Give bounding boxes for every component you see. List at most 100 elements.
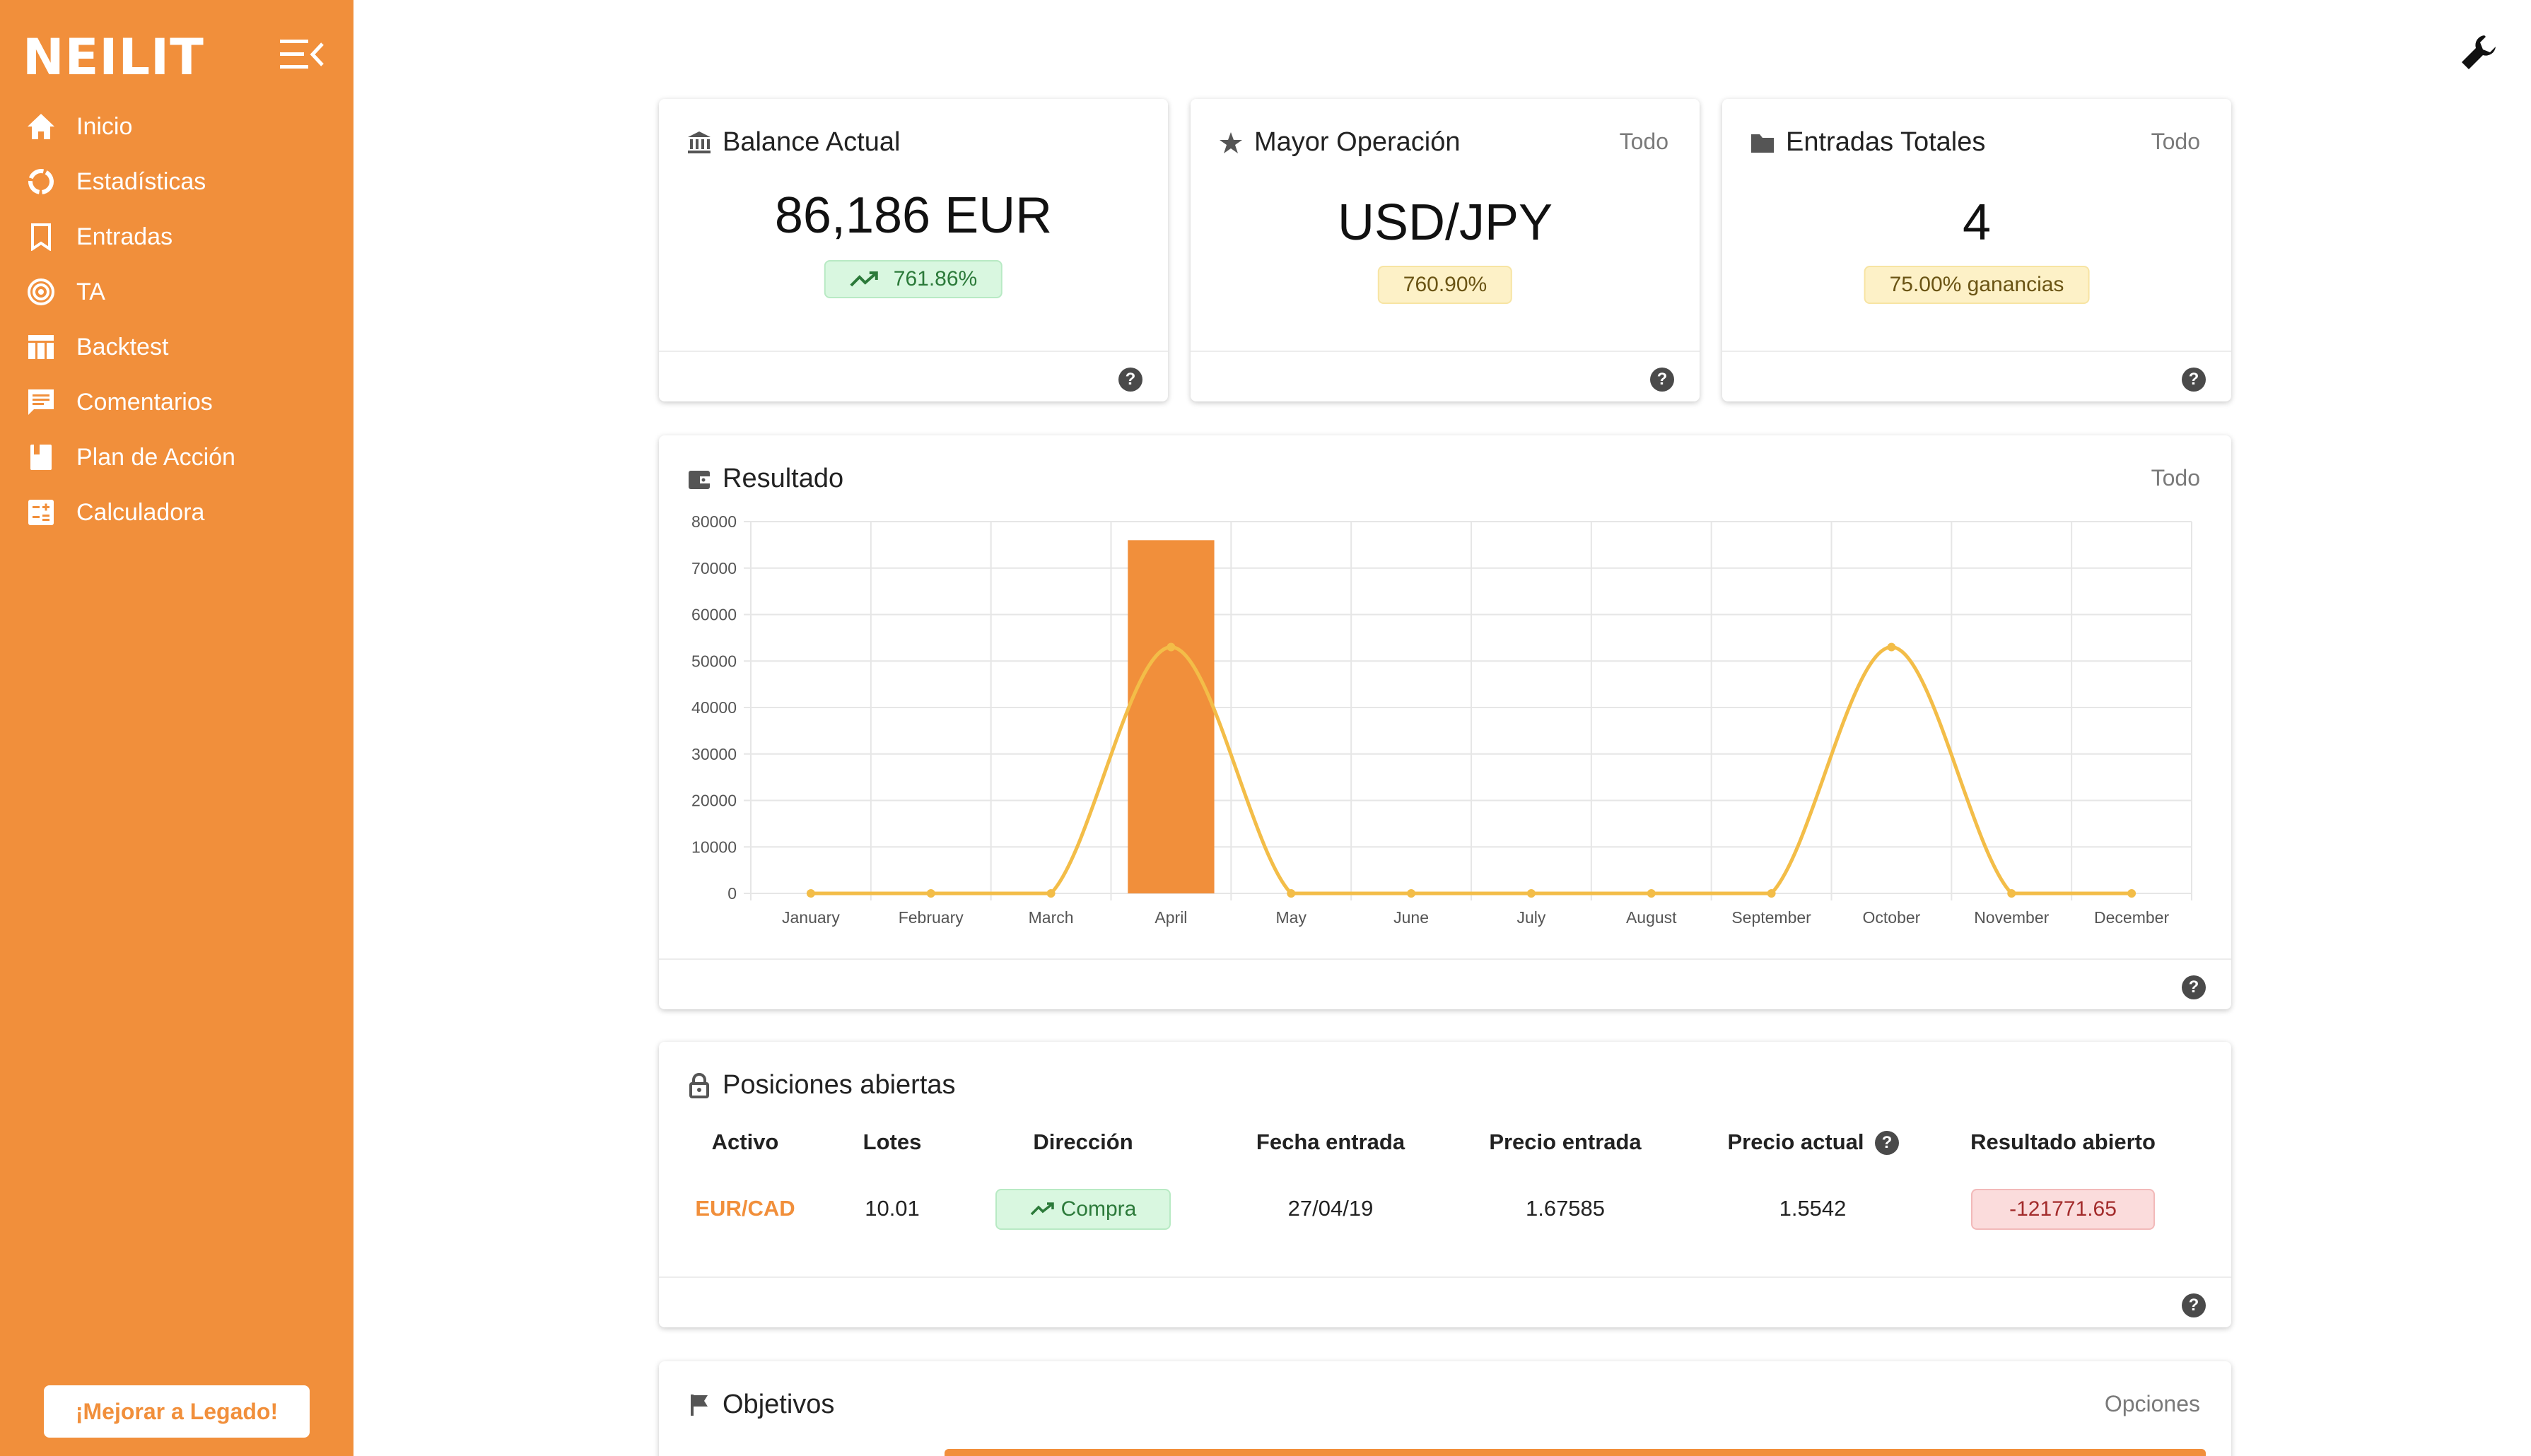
options-menu[interactable]: Opciones bbox=[2105, 1391, 2200, 1417]
line-point-november bbox=[2007, 889, 2016, 898]
x-tick-label: October bbox=[1863, 908, 1921, 927]
x-tick-label: September bbox=[1731, 908, 1811, 927]
line-point-april bbox=[1167, 642, 1176, 652]
bank-icon bbox=[686, 129, 713, 156]
entry-price-cell: 1.67585 bbox=[1525, 1196, 1606, 1221]
sidebar-nav: Inicio Estadísticas Entradas TA Backtest bbox=[0, 99, 353, 540]
line-point-september bbox=[1767, 889, 1776, 898]
help-icon[interactable]: ? bbox=[2182, 975, 2206, 999]
donut-icon bbox=[25, 166, 57, 197]
bookmark-icon bbox=[25, 221, 57, 252]
x-tick-label: August bbox=[1626, 908, 1677, 927]
card-footer: ? bbox=[659, 351, 1168, 401]
sidebar-item-inicio[interactable]: Inicio bbox=[0, 99, 353, 154]
x-tick-label: April bbox=[1155, 908, 1187, 927]
period-filter[interactable]: Todo bbox=[2151, 129, 2200, 155]
help-icon[interactable]: ? bbox=[2182, 1293, 2206, 1317]
entries-card: Entradas Totales Todo 4 75.00% ganancias… bbox=[1722, 99, 2231, 401]
column-header: Activo bbox=[711, 1129, 779, 1154]
upgrade-button[interactable]: ¡Mejorar a Legado! bbox=[44, 1385, 310, 1438]
sidebar-item-plan-de-accion[interactable]: Plan de Acción bbox=[0, 430, 353, 485]
objective-progress-bar bbox=[945, 1449, 2206, 1456]
y-tick-label: 70000 bbox=[691, 559, 737, 577]
calculator-icon bbox=[25, 497, 57, 528]
card-title: Entradas Totales bbox=[1786, 127, 1986, 157]
line-point-august bbox=[1647, 889, 1656, 898]
sidebar-item-label: Entradas bbox=[76, 223, 173, 250]
help-icon[interactable]: ? bbox=[1118, 368, 1142, 392]
balance-value: 86,186 EUR bbox=[774, 187, 1053, 244]
line-point-june bbox=[1407, 889, 1416, 898]
direction-badge: Compra bbox=[995, 1189, 1171, 1230]
star-icon bbox=[1217, 129, 1244, 156]
help-icon[interactable]: ? bbox=[1650, 368, 1674, 392]
line-point-july bbox=[1526, 889, 1536, 898]
y-tick-label: 20000 bbox=[691, 792, 737, 810]
sidebar-item-label: Backtest bbox=[76, 333, 169, 360]
lock-icon bbox=[686, 1072, 713, 1099]
best-trade-value: USD/JPY bbox=[1337, 194, 1553, 251]
target-icon bbox=[25, 276, 57, 307]
column-header: Precio actual bbox=[1727, 1129, 1864, 1154]
open-result-badge: -121771.65 bbox=[1971, 1189, 2155, 1230]
asset-link[interactable]: EUR/CAD bbox=[695, 1196, 795, 1221]
sidebar-item-ta[interactable]: TA bbox=[0, 264, 353, 319]
column-header: Fecha entrada bbox=[1256, 1129, 1405, 1154]
sidebar-item-label: Calculadora bbox=[76, 498, 205, 526]
trending-up-icon bbox=[1030, 1202, 1054, 1216]
period-filter[interactable]: Todo bbox=[1620, 129, 1668, 155]
entry-date-cell: 27/04/19 bbox=[1287, 1196, 1374, 1221]
sidebar-item-calculadora[interactable]: Calculadora bbox=[0, 485, 353, 540]
line-point-january bbox=[806, 889, 815, 898]
bar-april bbox=[1128, 540, 1215, 893]
line-point-february bbox=[926, 889, 935, 898]
sidebar-item-label: Comentarios bbox=[76, 388, 213, 416]
column-header: Resultado abierto bbox=[1970, 1129, 2156, 1154]
line-point-may bbox=[1287, 889, 1296, 898]
x-tick-label: December bbox=[2094, 908, 2169, 927]
x-tick-label: July bbox=[1516, 908, 1545, 927]
sidebar-item-label: TA bbox=[76, 278, 105, 305]
sidebar-item-entradas[interactable]: Entradas bbox=[0, 209, 353, 264]
x-tick-label: January bbox=[782, 908, 840, 927]
direction-text: Compra bbox=[1060, 1197, 1137, 1221]
x-tick-label: March bbox=[1029, 908, 1074, 927]
balance-change-text: 761.86% bbox=[893, 267, 978, 290]
line-point-december bbox=[2127, 889, 2137, 898]
column-header: Lotes bbox=[863, 1129, 922, 1154]
comment-icon bbox=[25, 387, 57, 418]
x-tick-label: February bbox=[899, 908, 964, 927]
best-trade-card: Mayor Operación Todo USD/JPY 760.90% ? bbox=[1191, 99, 1700, 401]
menu-collapse-icon[interactable] bbox=[280, 37, 325, 72]
help-icon[interactable]: ? bbox=[2182, 368, 2206, 392]
y-tick-label: 10000 bbox=[691, 838, 737, 856]
book-icon bbox=[25, 442, 57, 473]
objectives-card: Objetivos Opciones bbox=[659, 1361, 2231, 1456]
card-footer: ? bbox=[659, 958, 2231, 1009]
y-tick-label: 50000 bbox=[691, 652, 737, 670]
sidebar-item-label: Estadísticas bbox=[76, 168, 206, 195]
balance-change-badge: 761.86% bbox=[824, 260, 1003, 298]
sidebar-item-estadisticas[interactable]: Estadísticas bbox=[0, 154, 353, 209]
y-tick-label: 80000 bbox=[691, 512, 737, 531]
card-title: Posiciones abiertas bbox=[723, 1070, 956, 1100]
help-icon[interactable]: ? bbox=[1875, 1131, 1899, 1155]
x-tick-label: June bbox=[1393, 908, 1429, 927]
wrench-icon[interactable] bbox=[2459, 33, 2498, 72]
column-header: Dirección bbox=[1033, 1129, 1133, 1154]
y-tick-label: 40000 bbox=[691, 698, 737, 717]
brand-logo[interactable]: NEILIT bbox=[23, 28, 204, 86]
card-title: Objetivos bbox=[723, 1390, 835, 1419]
home-icon bbox=[25, 111, 57, 142]
card-footer: ? bbox=[1722, 351, 2231, 401]
folder-icon bbox=[1749, 129, 1776, 156]
sidebar-item-backtest[interactable]: Backtest bbox=[0, 319, 353, 375]
balance-card: Balance Actual 86,186 EUR 761.86% ? bbox=[659, 99, 1168, 401]
trending-up-icon bbox=[850, 271, 878, 287]
current-price-cell: 1.5542 bbox=[1779, 1196, 1847, 1221]
sidebar-item-label: Inicio bbox=[76, 112, 133, 140]
column-header: Precio entrada bbox=[1489, 1129, 1642, 1154]
sidebar-item-comentarios[interactable]: Comentarios bbox=[0, 375, 353, 430]
sidebar: NEILIT Inicio Estadísticas Entradas TA B… bbox=[0, 0, 353, 1456]
entries-winrate-badge: 75.00% ganancias bbox=[1864, 266, 2090, 304]
